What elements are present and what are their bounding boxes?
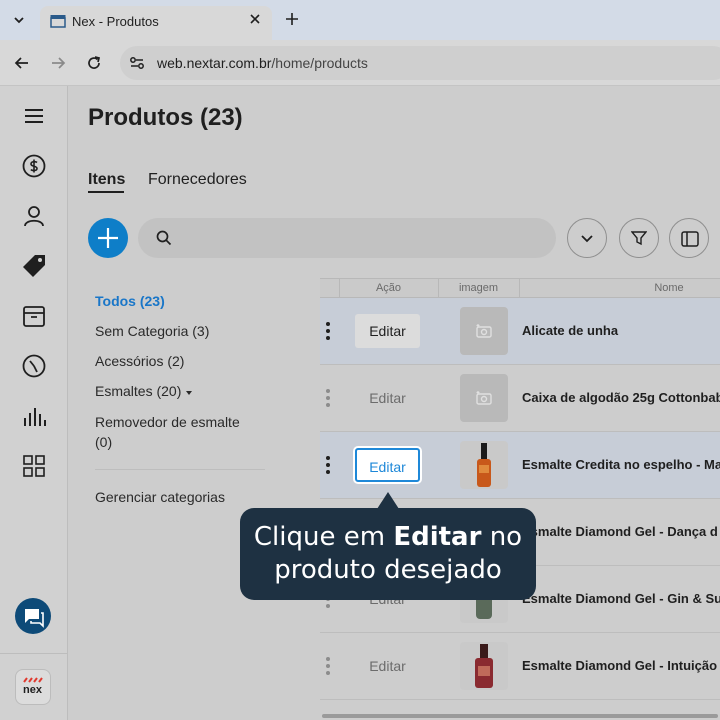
chat-icon: [25, 609, 44, 628]
horizontal-scrollbar[interactable]: [322, 714, 718, 718]
menu-icon[interactable]: [20, 102, 48, 130]
tab-title: Nex - Produtos: [72, 14, 159, 29]
clock-icon[interactable]: [20, 352, 48, 380]
chat-button[interactable]: [15, 598, 51, 634]
more-vertical-icon[interactable]: [325, 656, 331, 676]
logo-text: nex: [23, 684, 42, 696]
grid-icon[interactable]: [20, 452, 48, 480]
main-content: Produtos (23) Itens Fornecedores Todos (…: [68, 86, 720, 720]
column-header-acao: Ação: [375, 282, 402, 294]
store-favicon-icon: [50, 15, 66, 28]
dollar-icon[interactable]: [20, 152, 48, 180]
caret-down-icon: [186, 391, 193, 395]
product-name: Alicate de unha: [522, 323, 619, 338]
category-esmaltes-label: Esmaltes (20): [95, 383, 182, 399]
rail-divider: [0, 653, 67, 654]
browser-tab-active[interactable]: Nex - Produtos: [40, 6, 272, 40]
browser-tabbar: Nex - Produtos: [0, 0, 720, 40]
tag-icon[interactable]: [20, 252, 48, 280]
logo-mark-icon: [23, 677, 43, 683]
edit-button[interactable]: Editar: [355, 314, 420, 348]
table-header: Ação imagem Nome: [320, 278, 720, 298]
expand-button[interactable]: [567, 218, 607, 258]
more-vertical-icon[interactable]: [325, 455, 331, 475]
category-acessorios[interactable]: Acessórios (2): [95, 353, 184, 369]
product-image: [460, 441, 508, 489]
column-header-nome[interactable]: Nome: [519, 282, 720, 294]
tooltip-text-pre: Clique em: [253, 522, 394, 552]
product-name: Esmalte Credita no espelho - Ma: [522, 457, 720, 472]
url-bar[interactable]: web.nextar.com.br/home/products: [120, 46, 720, 80]
column-header-imagem: imagem: [458, 282, 499, 294]
add-photo-icon: [476, 324, 492, 338]
active-tab-indicator: [88, 191, 124, 193]
category-todos[interactable]: Todos (23): [95, 293, 165, 309]
side-rail: nex: [0, 86, 68, 720]
site-settings-icon[interactable]: [128, 54, 146, 72]
tooltip-arrow: [377, 492, 399, 509]
back-icon[interactable]: [13, 54, 31, 72]
nail-polish-bottle-image: [460, 441, 508, 489]
more-vertical-icon[interactable]: [325, 388, 331, 408]
edit-button-highlighted[interactable]: Editar: [355, 448, 420, 482]
reload-icon[interactable]: [85, 54, 103, 72]
product-name: Esmalte Diamond Gel - Intuição: [522, 658, 718, 673]
search-input[interactable]: [138, 218, 556, 258]
product-image-placeholder: [460, 374, 508, 422]
tab-fornecedores[interactable]: Fornecedores: [148, 171, 247, 189]
category-removedor-count[interactable]: (0): [95, 434, 112, 450]
category-esmaltes[interactable]: Esmaltes (20): [95, 383, 193, 399]
sidebar-layout-icon: [681, 231, 699, 247]
category-divider: [95, 469, 265, 470]
product-image-placeholder: [460, 307, 508, 355]
edit-button[interactable]: Editar: [355, 649, 420, 683]
close-icon[interactable]: [248, 12, 262, 26]
box-icon[interactable]: [20, 302, 48, 330]
manage-categories-link[interactable]: Gerenciar categorias: [95, 489, 225, 505]
product-image: [460, 642, 508, 690]
new-tab-icon[interactable]: [283, 10, 301, 28]
product-name: Esmalte Diamond Gel - Dança d: [522, 524, 718, 539]
category-sem-categoria[interactable]: Sem Categoria (3): [95, 323, 209, 339]
table-row[interactable]: Editar Esmalte Diamond Gel - Intuição: [320, 633, 720, 700]
url-domain: web.nextar.com.br: [157, 55, 272, 71]
nail-polish-bottle-image: [460, 642, 508, 690]
url-path: /home/products: [271, 55, 368, 71]
tab-itens[interactable]: Itens: [88, 171, 125, 189]
table-row[interactable]: Editar Caixa de algodão 25g Cottonbaby: [320, 365, 720, 432]
chevron-down-icon: [14, 17, 24, 24]
table-row[interactable]: Editar Esmalte Credita no espelho - Ma: [320, 432, 720, 499]
table-row[interactable]: Editar Alicate de unha: [320, 298, 720, 365]
tooltip-text-post: no: [481, 522, 523, 552]
add-photo-icon: [476, 391, 492, 405]
columns-button[interactable]: [669, 218, 709, 258]
chart-icon[interactable]: [20, 402, 48, 430]
nex-logo[interactable]: nex: [15, 669, 51, 705]
tooltip-line-1: Clique em Editar no: [240, 521, 536, 554]
chevron-down-icon: [581, 235, 593, 243]
more-vertical-icon[interactable]: [325, 321, 331, 341]
product-name: Caixa de algodão 25g Cottonbaby: [522, 390, 720, 405]
page-title: Produtos (23): [88, 104, 243, 131]
plus-icon: [98, 228, 118, 248]
category-removedor[interactable]: Removedor de esmalte: [95, 414, 240, 430]
edit-button[interactable]: Editar: [355, 381, 420, 415]
screen: Nex - Produtos web.nextar.com.br/home/pr…: [0, 0, 720, 720]
url-text: web.nextar.com.br/home/products: [157, 55, 368, 71]
tooltip-line-2: produto desejado: [274, 555, 502, 585]
add-product-button[interactable]: [88, 218, 128, 258]
browser-toolbar: web.nextar.com.br/home/products: [0, 40, 720, 86]
search-icon: [156, 230, 172, 246]
tab-list-button[interactable]: [6, 8, 32, 32]
forward-icon[interactable]: [49, 54, 67, 72]
filter-button[interactable]: [619, 218, 659, 258]
tooltip-text-bold: Editar: [393, 522, 482, 552]
user-icon[interactable]: [20, 202, 48, 230]
filter-icon: [631, 231, 647, 246]
product-name: Esmalte Diamond Gel - Gin & Su: [522, 591, 720, 606]
tutorial-tooltip: Clique em Editar no produto desejado: [240, 508, 536, 600]
